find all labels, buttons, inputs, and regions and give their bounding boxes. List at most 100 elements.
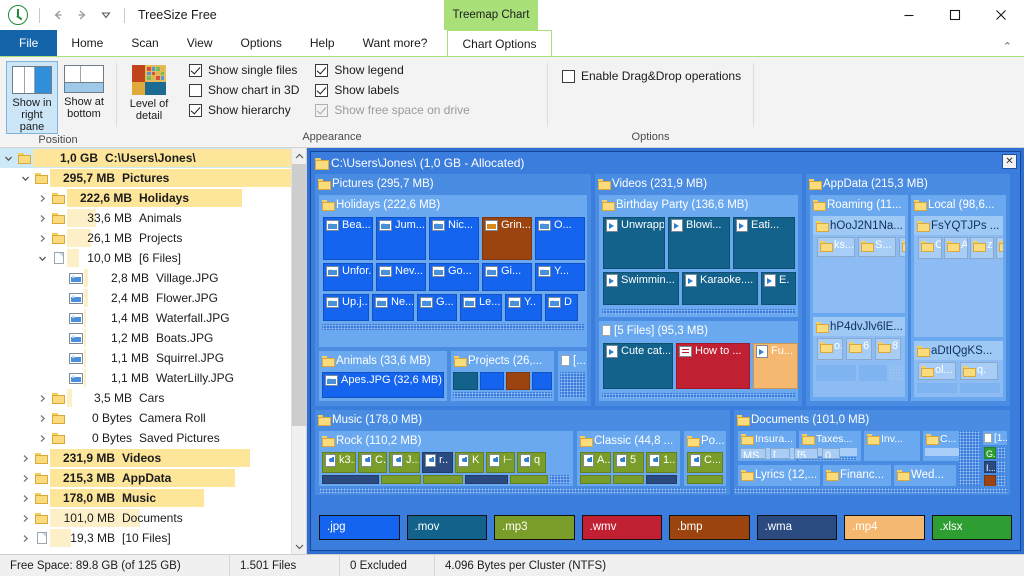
checkbox-enable-drag-drop[interactable]: Enable Drag&Drop operations [562,69,741,83]
treemap-leaf[interactable]: S... [858,237,896,257]
tab-file[interactable]: File [0,30,58,56]
collapse-ribbon-icon[interactable]: ⌃ [1003,40,1012,53]
treemap-node-local-sub[interactable]: FsYQTJPs ... CA..z...i.j...g..ɡz... [914,216,1003,337]
tree-row-videos[interactable]: 231,9 MB Videos [0,448,291,468]
tab-home[interactable]: Home [57,30,117,56]
tab-chart-options[interactable]: Chart Options [447,30,552,56]
treemap-leaf[interactable]: Karaoke.... [682,272,758,305]
treemap-leaf[interactable]: r.. [422,452,453,473]
tree-row-pictures[interactable]: 295,7 MB Pictures [0,168,291,188]
checkbox-show-hierarchy[interactable]: Show hierarchy [189,103,299,117]
legend-item-wmv[interactable]: .wmv [581,514,662,540]
treemap-leaf[interactable] [859,365,887,381]
treemap-leaf[interactable] [506,372,530,390]
treemap-leaf[interactable]: [5 ... [794,448,818,459]
tree-row-waterfall-jpg[interactable]: 1,4 MB Waterfall.JPG [0,308,291,328]
treemap-node-local-sub2[interactable]: aDtIQgKS... ol... q. [914,341,1003,397]
checkbox-show-labels[interactable]: Show labels [315,83,469,97]
tree-row-village-jpg[interactable]: 2,8 MB Village.JPG [0,268,291,288]
show-at-bottom-button[interactable]: Show at bottom [58,61,110,120]
treemap-leaf[interactable]: C... [687,452,723,473]
tree-row-documents[interactable]: 101,0 MB Documents [0,508,291,528]
treemap-leaf[interactable] [580,475,611,484]
treemap-node-holidays[interactable]: Holidays (222,6 MB) Bea... Jum... Nic... Gr… [319,195,587,347]
tree-row-c-users-jones[interactable]: 1,0 GB C:\Users\Jones\ [0,148,291,168]
treemap-node-roaming-sub[interactable]: hOoJ2N1Na... ks... S... . w [813,216,905,313]
treemap-leaf-apes-jpg[interactable]: Apes.JPG (32,6 MB) [322,372,444,398]
treemap-leaf[interactable]: Fu... [753,343,798,389]
twisty-right-icon[interactable] [17,474,33,483]
legend-item-mov[interactable]: .mov [406,514,487,540]
maximize-button[interactable] [932,0,978,30]
treemap-node-pictures[interactable]: Pictures (295,7 MB) Holidays (222,6 MB) … [315,174,591,406]
treemap-leaf[interactable]: A... [580,452,611,473]
twisty-right-icon[interactable] [34,394,50,403]
treemap-node-finance[interactable]: Financ... [823,465,891,486]
checkbox-show-chart-in-3d[interactable]: Show chart in 3D [189,83,299,97]
treemap-leaf[interactable] [960,383,1000,393]
twisty-right-icon[interactable] [34,234,50,243]
treemap-leaf[interactable]: How to ... [676,343,750,389]
treemap-leaf[interactable] [613,475,644,484]
treemap-body[interactable]: Pictures (295,7 MB) Holidays (222,6 MB) … [315,174,1016,546]
twisty-right-icon[interactable] [17,534,33,543]
treemap-node-documents[interactable]: Documents (101,0 MB) Insura... Taxes... [734,410,1010,495]
treemap-leaf[interactable]: ⊢ [486,452,515,473]
treemap-leaf[interactable]: Unwrappi... [603,217,665,269]
tree-row-6-files[interactable]: 10,0 MB [6 Files] [0,248,291,268]
treemap-leaf[interactable]: 8 [875,338,901,360]
treemap-leaf[interactable]: 5 [613,452,644,473]
treemap-leaf[interactable] [687,475,723,484]
tree-row-10-files[interactable]: 19,3 MB [10 Files] [0,528,291,548]
directory-tree[interactable]: 1,0 GB C:\Users\Jones\ 295,7 MB Pictures 222… [0,148,291,554]
treemap-leaf[interactable]: G... [417,294,457,321]
treemap-leaf[interactable]: K [455,452,484,473]
tab-view[interactable]: View [173,30,227,56]
qat-dropdown-icon[interactable] [95,4,117,26]
treemap-node-animals[interactable]: Animals (33,6 MB) Apes.JPG (32,6 MB) [319,351,447,401]
tree-row-holidays[interactable]: 222,6 MB Holidays [0,188,291,208]
treemap-node-invoices[interactable]: Inv... [864,431,920,461]
tree-row-boats-jpg[interactable]: 1,2 MB Boats.JPG [0,328,291,348]
treemap-node-lyrics[interactable]: Lyrics (12,... [738,465,820,486]
tab-scan[interactable]: Scan [117,30,172,56]
tree-scrollbar[interactable] [291,148,306,554]
legend-item-jpg[interactable]: .jpg [319,514,400,540]
legend-item-mp4[interactable]: .mp4 [844,514,925,540]
scrollbar-thumb[interactable] [292,164,306,426]
treemap-leaf[interactable] [453,372,478,390]
tab-options[interactable]: Options [227,30,296,56]
treemap-node-videos-files[interactable]: [5 Files] (95,3 MB) Cute cat... How to ..… [599,321,798,401]
minimize-button[interactable] [886,0,932,30]
treemap-leaf[interactable] [510,475,548,484]
treemap-node-local[interactable]: Local (98,6... FsYQTJPs ... CA..z...i.j.… [911,195,1006,401]
treemap-leaf[interactable] [532,372,552,390]
twisty-right-icon[interactable] [34,434,50,443]
treemap-leaf[interactable]: q. [960,362,998,380]
treemap-leaf[interactable]: D [545,294,578,321]
treemap-node-pop[interactable]: Po... C... [684,431,726,486]
checkbox-show-legend[interactable]: Show legend [315,63,469,77]
tree-row-music[interactable]: 178,0 MB Music [0,488,291,508]
treemap-leaf[interactable]: Go... [429,263,479,291]
twisty-right-icon[interactable] [34,414,50,423]
treemap-leaf[interactable] [465,475,508,484]
treemap-leaf[interactable]: [... [770,448,790,459]
treemap-leaf[interactable]: C [918,237,942,259]
tree-row-camera-roll[interactable]: 0 Bytes Camera Roll [0,408,291,428]
treemap-leaf[interactable]: Le... [460,294,502,321]
treemap-leaf[interactable]: Y... [535,263,585,291]
treemap-node-rock[interactable]: Rock (110,2 MB) k3... C.. J... r.. K ⊢ q [319,431,573,486]
treemap-leaf[interactable]: ol... [918,362,956,380]
treemap-leaf[interactable]: q [517,452,546,473]
treemap-leaf[interactable]: C.. [358,452,387,473]
treemap-leaf[interactable]: G. [984,447,996,459]
treemap-node-music[interactable]: Music (178,0 MB) Rock (110,2 MB) k3... C.… [315,410,730,495]
twisty-right-icon[interactable] [17,494,33,503]
treemap-leaf[interactable]: o. [817,338,843,360]
level-of-detail-button[interactable]: Level of detail [123,61,175,122]
legend-item-wma[interactable]: .wma [756,514,837,540]
treemap-node-pictures-files[interactable]: [... [558,351,587,401]
treemap-leaf[interactable]: A.. [944,237,968,259]
scroll-down-icon[interactable] [292,538,306,554]
